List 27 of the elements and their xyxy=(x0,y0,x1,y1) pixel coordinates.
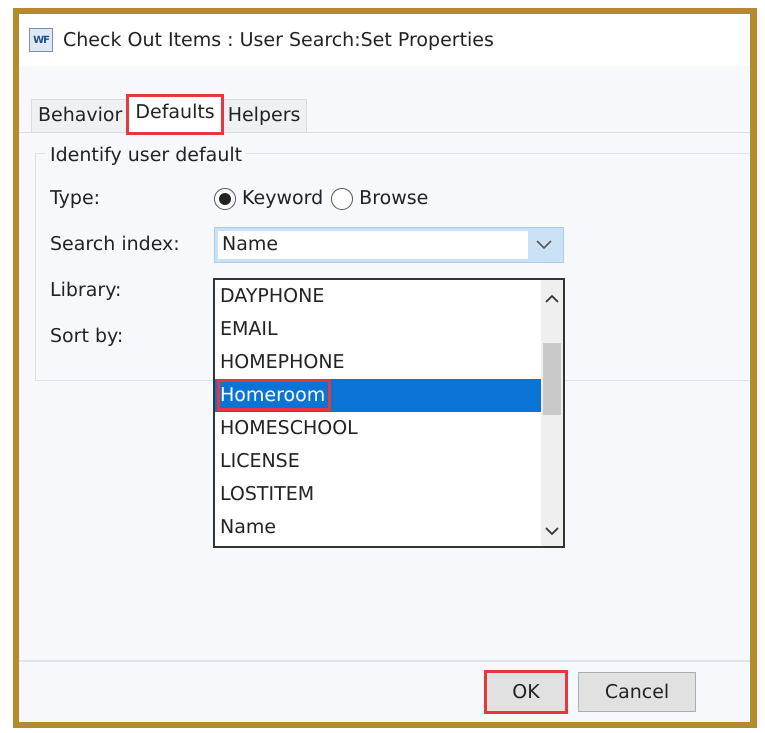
dropdown[interactable]: Name xyxy=(214,226,564,263)
app-icon: WF xyxy=(29,28,53,52)
dialog-button[interactable]: OK xyxy=(486,672,566,712)
window-title: Check Out Items : User Search:Set Properties xyxy=(63,28,494,53)
scroll-thumb[interactable] xyxy=(543,342,561,415)
radio-label[interactable]: Keyword xyxy=(242,184,324,213)
list-option[interactable]: Homeroom xyxy=(215,378,541,412)
list-option[interactable]: LOSTITEM xyxy=(215,478,541,511)
dialog-button[interactable]: Cancel xyxy=(578,672,696,712)
field-label: Search index: xyxy=(50,232,181,258)
scroll-down-icon[interactable] xyxy=(545,526,559,536)
field-label: Sort by: xyxy=(50,324,124,350)
list-option[interactable]: Name xyxy=(215,510,541,544)
radio-button[interactable] xyxy=(331,188,354,210)
list-option[interactable]: DAYPHONE xyxy=(215,280,541,313)
chevron-down-icon xyxy=(536,240,552,250)
tab[interactable]: Defaults xyxy=(128,96,222,133)
field-label: Type: xyxy=(50,186,102,212)
field-label: Library: xyxy=(50,278,122,304)
scroll-up-icon[interactable] xyxy=(545,294,559,303)
list-option[interactable]: HOMESCHOOL xyxy=(215,412,541,445)
list-option[interactable]: LICENSE xyxy=(215,444,541,478)
radio-button[interactable] xyxy=(214,188,236,210)
list-option[interactable]: HOMEPHONE xyxy=(215,346,541,379)
scrollbar[interactable] xyxy=(541,280,563,546)
list-option[interactable]: EMAIL xyxy=(215,312,541,346)
radio-label[interactable]: Browse xyxy=(359,184,428,213)
